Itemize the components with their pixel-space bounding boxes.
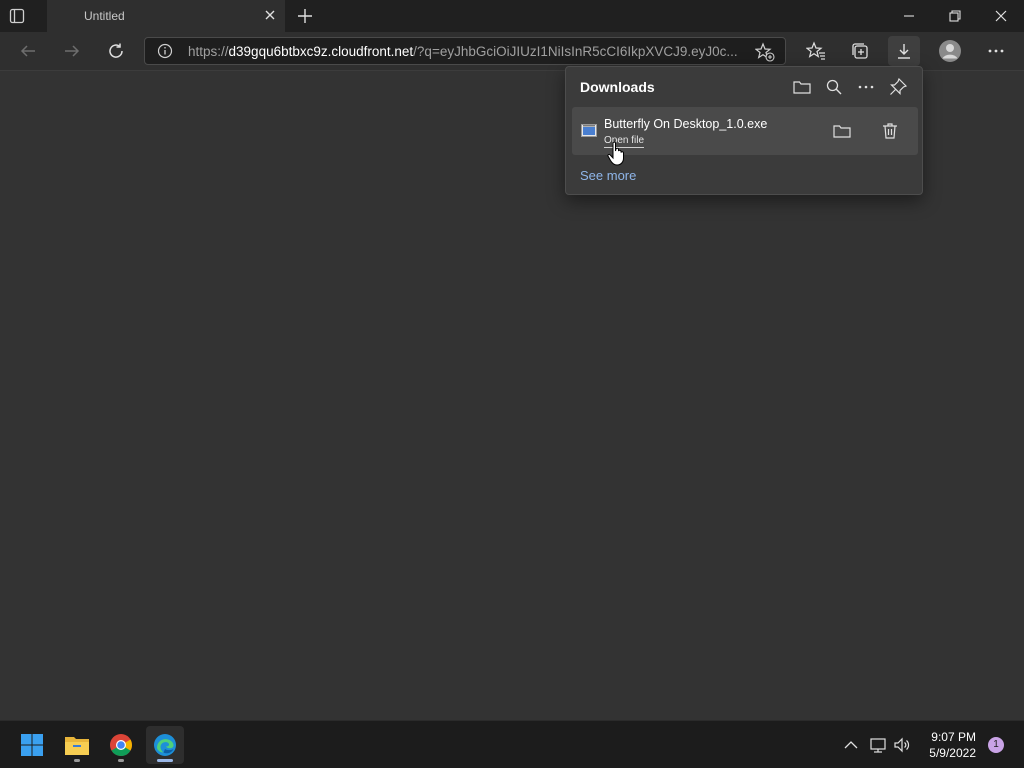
chevron-up-icon[interactable] (842, 736, 860, 754)
add-favorite-icon[interactable] (754, 42, 775, 62)
see-more-link[interactable]: See more (580, 168, 636, 183)
downloads-panel: Downloads Butterfly On Desktop_1.0.exe O… (565, 66, 923, 195)
browser-tab[interactable]: Untitled (47, 0, 285, 32)
back-arrow-icon[interactable] (12, 36, 44, 66)
active-indicator (157, 759, 173, 762)
more-options-icon[interactable] (856, 77, 876, 97)
download-icon[interactable] (888, 36, 920, 66)
clock-time: 9:07 PM (931, 730, 976, 744)
tab-actions-icon[interactable] (9, 8, 25, 24)
tab-title: Untitled (84, 9, 125, 23)
running-indicator (74, 759, 80, 762)
url-prefix: https:// (188, 44, 229, 59)
url-host: d39gqu6btbxc9z.cloudfront.net (228, 44, 414, 59)
search-downloads-icon[interactable] (824, 77, 844, 97)
url-path: /?q=eyJhbGciOiJIUzI1NiIsInR5cCI6IkpXVCJ9… (413, 44, 738, 59)
forward-arrow-icon[interactable] (56, 36, 88, 66)
downloads-title: Downloads (580, 79, 655, 95)
edge-icon[interactable] (146, 726, 184, 764)
collections-icon[interactable] (844, 36, 876, 66)
new-tab-icon[interactable] (296, 7, 314, 25)
file-explorer-icon[interactable] (58, 726, 96, 764)
restore-button[interactable] (932, 0, 978, 32)
clock-date: 5/9/2022 (929, 746, 976, 760)
exe-file-icon (581, 124, 597, 137)
volume-icon[interactable] (893, 736, 911, 754)
url-text[interactable]: https://d39gqu6btbxc9z.cloudfront.net/?q… (188, 44, 743, 59)
file-name: Butterfly On Desktop_1.0.exe (604, 117, 768, 131)
clock[interactable]: 9:07 PM 5/9/2022 (929, 729, 976, 761)
show-in-folder-icon[interactable] (832, 121, 852, 141)
title-bar: Untitled (0, 0, 1024, 32)
taskbar: 9:07 PM 5/9/2022 1 (0, 720, 1024, 768)
profile-avatar-icon[interactable] (934, 36, 966, 66)
favorites-icon[interactable] (800, 36, 832, 66)
hand-cursor-icon (607, 141, 627, 167)
pin-icon[interactable] (888, 77, 908, 97)
more-icon[interactable] (980, 36, 1012, 66)
address-bar[interactable]: https://d39gqu6btbxc9z.cloudfront.net/?q… (144, 37, 786, 65)
start-button-icon[interactable] (13, 726, 51, 764)
network-icon[interactable] (869, 736, 887, 754)
delete-icon[interactable] (880, 121, 900, 141)
chrome-icon[interactable] (102, 726, 140, 764)
close-tab-icon[interactable] (263, 8, 277, 22)
minimize-button[interactable] (886, 0, 932, 32)
running-indicator (118, 759, 124, 762)
close-window-button[interactable] (978, 0, 1024, 32)
info-icon[interactable] (157, 43, 173, 59)
refresh-icon[interactable] (100, 36, 132, 66)
open-downloads-folder-icon[interactable] (792, 77, 812, 97)
notification-badge[interactable]: 1 (988, 737, 1004, 753)
